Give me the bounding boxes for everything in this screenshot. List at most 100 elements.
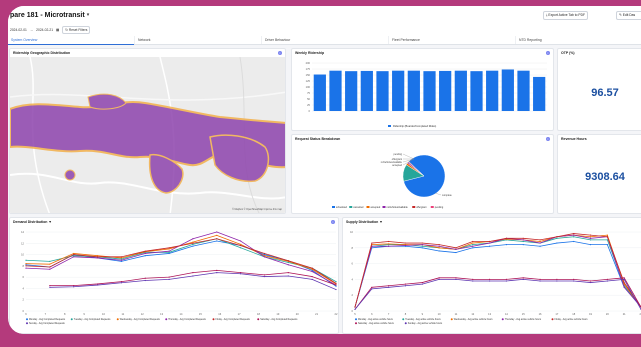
weekly-bar[interactable] [439, 70, 452, 111]
series-point[interactable] [216, 231, 218, 233]
series-line[interactable] [354, 279, 641, 310]
series-point[interactable] [240, 273, 242, 275]
series-point[interactable] [144, 252, 146, 255]
series-point[interactable] [144, 255, 146, 257]
series-point[interactable] [144, 277, 146, 279]
series-point[interactable] [404, 283, 407, 285]
series-point[interactable] [421, 281, 423, 284]
series-point[interactable] [388, 245, 390, 247]
series-point[interactable] [192, 242, 194, 244]
series-point[interactable] [606, 244, 608, 246]
series-point[interactable] [168, 252, 170, 255]
info-icon[interactable]: i [278, 51, 282, 55]
series-line[interactable] [25, 240, 337, 287]
series-point[interactable] [505, 280, 508, 282]
series-point[interactable] [573, 236, 575, 238]
series-point[interactable] [49, 266, 51, 268]
series-point[interactable] [556, 278, 558, 280]
series-point[interactable] [573, 278, 575, 280]
series-point[interactable] [438, 244, 440, 246]
series-point[interactable] [240, 272, 242, 274]
series-point[interactable] [311, 278, 313, 280]
series-point[interactable] [49, 263, 51, 265]
series-point[interactable] [421, 247, 423, 249]
series-point[interactable] [488, 245, 491, 247]
series-point[interactable] [573, 234, 575, 236]
series-point[interactable] [168, 248, 170, 250]
series-point[interactable] [438, 277, 440, 279]
series-point[interactable] [168, 278, 170, 280]
series-point[interactable] [505, 244, 508, 246]
series-line[interactable] [354, 277, 641, 310]
legend-label[interactable]: Monday - Avg active vehicle hours [358, 318, 394, 321]
tab-network[interactable]: Network [135, 36, 262, 44]
series-point[interactable] [455, 248, 457, 250]
series-point[interactable] [120, 260, 122, 262]
series-point[interactable] [539, 278, 541, 280]
series-point[interactable] [168, 251, 170, 253]
series-point[interactable] [311, 270, 313, 273]
calendar-icon[interactable]: ▦ [56, 28, 59, 32]
series-point[interactable] [263, 275, 266, 278]
weekly-bar[interactable] [407, 70, 420, 111]
weekly-bar[interactable] [470, 71, 483, 111]
series-point[interactable] [556, 236, 558, 238]
series-point[interactable] [120, 258, 122, 260]
series-point[interactable] [388, 286, 390, 288]
series-point[interactable] [488, 278, 491, 280]
series-point[interactable] [240, 247, 242, 249]
series-point[interactable] [472, 278, 474, 280]
weekly-bar[interactable] [517, 70, 530, 111]
series-point[interactable] [505, 278, 508, 280]
series-point[interactable] [120, 257, 122, 259]
edit-dashboard-button[interactable]: ✎ Edit Das [616, 11, 641, 20]
series-point[interactable] [421, 242, 423, 244]
series-point[interactable] [263, 256, 266, 258]
series-point[interactable] [455, 251, 457, 254]
series-point[interactable] [263, 253, 266, 256]
series-point[interactable] [522, 237, 524, 239]
series-point[interactable] [263, 252, 266, 255]
series-point[interactable] [455, 247, 457, 249]
pie-legend-label[interactable]: accepted [371, 206, 381, 209]
series-point[interactable] [49, 268, 51, 270]
series-point[interactable] [25, 263, 27, 265]
series-point[interactable] [539, 240, 541, 243]
series-point[interactable] [404, 285, 407, 287]
series-point[interactable] [455, 277, 457, 279]
series-point[interactable] [354, 306, 356, 308]
series-point[interactable] [539, 245, 541, 247]
series-point[interactable] [192, 238, 194, 240]
series-point[interactable] [455, 278, 457, 280]
weekly-bar[interactable] [454, 70, 467, 111]
series-point[interactable] [606, 278, 608, 280]
series-point[interactable] [192, 245, 194, 247]
series-point[interactable] [240, 243, 242, 246]
series-point[interactable] [287, 264, 289, 266]
series-point[interactable] [49, 285, 51, 287]
series-point[interactable] [96, 255, 99, 257]
series-point[interactable] [192, 243, 194, 246]
series-line[interactable] [354, 236, 641, 308]
legend-label[interactable]: Monday - Avg Completed Requests [29, 318, 66, 321]
weekly-bar[interactable] [392, 70, 405, 111]
series-point[interactable] [240, 244, 242, 247]
weekly-bar[interactable] [313, 74, 326, 111]
pie-legend-label[interactable]: cancelled [353, 206, 364, 209]
legend-label[interactable]: Friday - Avg active vehicle hours [555, 318, 589, 321]
series-point[interactable] [73, 252, 75, 255]
series-point[interactable] [623, 277, 625, 279]
series-point[interactable] [311, 267, 313, 269]
series-point[interactable] [335, 285, 337, 287]
series-point[interactable] [263, 274, 266, 276]
legend-label[interactable]: Tuesday - Avg Completed Requests [74, 318, 111, 321]
series-point[interactable] [556, 242, 558, 244]
legend-label[interactable]: Sunday - Avg active vehicle hours [408, 322, 443, 325]
series-point[interactable] [216, 269, 218, 271]
series-point[interactable] [287, 275, 289, 277]
series-point[interactable] [573, 280, 575, 282]
series-point[interactable] [539, 280, 541, 282]
series-point[interactable] [96, 283, 99, 285]
series-point[interactable] [522, 278, 524, 280]
series-point[interactable] [73, 285, 75, 287]
